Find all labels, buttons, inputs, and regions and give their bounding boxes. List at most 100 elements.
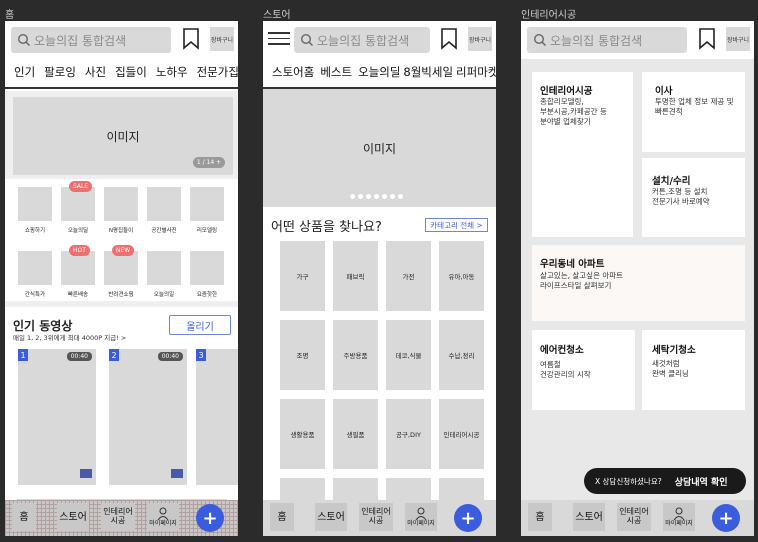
consult-history-button[interactable]: 상담내역 확인	[675, 475, 728, 488]
tab-mypage[interactable]: 마이페이지	[147, 503, 179, 531]
search-placeholder: 오늘의집 통합검색	[34, 33, 127, 48]
section-title: 어떤 상품을 찾나요?	[271, 220, 382, 235]
banner-label: 이미지	[106, 129, 140, 144]
product-category[interactable]: 주방용품	[333, 320, 378, 390]
service-card-moving[interactable]: 이사 투명한 업체 정보 제공 및 빠른견적	[642, 72, 745, 152]
top-nav: 인기 팔로잉 사진 집들이 노하우 전문가집들	[5, 61, 238, 87]
tab-home[interactable]: 홈	[270, 503, 294, 531]
section-subtitle[interactable]: 매일 1, 2, 3위에게 최대 4000P 지급! >	[13, 332, 126, 342]
bookmark-icon[interactable]	[182, 28, 200, 50]
upload-button[interactable]: 올리기	[169, 315, 231, 335]
category-grid: 쇼핑하기 SALE 오늘의딜 N평집들이 공간별사진 리모델링 간식특가 HOT 빠…	[5, 179, 238, 301]
consult-toast[interactable]: X 상담신청하셨나요? 상담내역 확인	[584, 468, 746, 494]
sale-badge: SALE	[69, 181, 93, 192]
cart-button[interactable]: 장바구니	[210, 27, 234, 51]
menu-icon[interactable]	[268, 28, 290, 50]
nav-item[interactable]: 8월빅세일	[403, 61, 453, 87]
nav-item[interactable]: 팔로잉	[44, 61, 76, 87]
product-category[interactable]: 조명	[280, 320, 325, 390]
service-card-interior[interactable]: 인테리어시공 종합리모델링, 부분시공,카페공간 등 분야별 업체찾기	[532, 72, 633, 237]
nav-item[interactable]: 베스트	[320, 61, 352, 87]
search-input[interactable]: 오늘의집 통합검색	[294, 27, 430, 53]
duration-badge: 00:40	[157, 352, 183, 361]
tab-mypage-label: 마이페이지	[407, 519, 435, 527]
category-item[interactable]: 쇼핑하기	[18, 187, 54, 234]
tab-mypage-label: 마이페이지	[665, 519, 693, 527]
product-category[interactable]: 데코,식물	[386, 320, 431, 390]
product-category[interactable]: 공구,DIY	[386, 399, 431, 469]
nav-item[interactable]: 스토어홈	[272, 61, 314, 87]
top-nav: 스토어홈 베스트 오늘의딜 8월빅세일 리퍼마켓	[263, 61, 496, 87]
new-badge: NEW	[112, 245, 135, 256]
tab-store[interactable]: 스토어	[315, 503, 347, 531]
service-card-washer[interactable]: 세탁기청소 새것처럼 완벽 클리닝	[642, 330, 745, 410]
service-card-apartment[interactable]: 우리동네 아파트 살고있는, 살고싶은 아파트 라이프스타일 살펴보기	[532, 245, 745, 321]
category-item[interactable]: 공간별사진	[147, 187, 183, 234]
home-banner[interactable]: 이미지 1 / 14 +	[13, 97, 233, 175]
product-category[interactable]: 생활용품	[280, 399, 325, 469]
nav-item[interactable]: 집들이	[115, 61, 147, 87]
hot-badge: HOT	[69, 245, 90, 256]
add-fab-button[interactable]: +	[454, 504, 482, 532]
tab-mypage[interactable]: 마이페이지	[663, 503, 695, 531]
tab-store[interactable]: 스토어	[57, 503, 89, 531]
carousel-dots[interactable]	[350, 194, 406, 199]
tab-interior[interactable]: 인테리어 시공	[617, 503, 651, 531]
cart-button[interactable]: 장바구니	[468, 27, 492, 51]
product-category[interactable]: 가구	[280, 241, 325, 311]
nav-item[interactable]: 리퍼마켓	[456, 61, 496, 87]
all-categories-button[interactable]: 카테고리 전체 >	[425, 218, 488, 232]
nav-item[interactable]: 사진	[85, 61, 106, 87]
product-category[interactable]: 인테리어시공	[439, 399, 484, 469]
person-icon	[157, 507, 169, 521]
category-item[interactable]: SALE 오늘의딜	[61, 181, 97, 234]
tab-mypage[interactable]: 마이페이지	[405, 503, 437, 531]
add-fab-button[interactable]: +	[196, 504, 224, 532]
cart-button[interactable]: 장바구니	[726, 27, 750, 51]
video-card[interactable]: 1 00:40	[18, 349, 96, 485]
category-item[interactable]: 간식특가	[18, 251, 54, 298]
tab-home[interactable]: 홈	[528, 503, 552, 531]
nav-item[interactable]: 노하우	[156, 61, 188, 87]
search-input[interactable]: 오늘의집 통합검색	[527, 27, 687, 53]
add-fab-button[interactable]: +	[712, 504, 740, 532]
nav-item[interactable]: 전문가집들	[197, 61, 238, 87]
category-item[interactable]: 요즘핫한	[190, 251, 226, 298]
brand-logo-icon	[80, 469, 92, 478]
product-category[interactable]: 패브릭	[333, 241, 378, 311]
category-item[interactable]: HOT 빠른배송	[61, 245, 97, 298]
video-card[interactable]: 3	[196, 349, 238, 485]
brand-logo-icon	[171, 469, 183, 478]
nav-item[interactable]: 인기	[14, 61, 35, 87]
product-category[interactable]: 유아,아동	[439, 241, 484, 311]
search-input[interactable]: 오늘의집 통합검색	[11, 27, 171, 53]
tab-interior[interactable]: 인테리어 시공	[359, 503, 393, 531]
header: 오늘의집 통합검색 장바구니	[5, 21, 238, 59]
home-screen: 오늘의집 통합검색 장바구니 인기 팔로잉 사진 집들이 노하우 전문가집들 이…	[5, 21, 238, 536]
product-category[interactable]: 가전	[386, 241, 431, 311]
person-icon	[415, 507, 427, 521]
category-item[interactable]: NEW 반려견쇼핑	[104, 245, 140, 298]
video-card[interactable]: 2 00:40	[109, 349, 187, 485]
category-item[interactable]: N평집들이	[104, 187, 140, 234]
bookmark-icon[interactable]	[698, 28, 716, 50]
store-banner[interactable]: 이미지	[263, 89, 496, 207]
service-card-install[interactable]: 설치/수리 커튼,조명 등 설치 전문기사 바로예약	[642, 158, 745, 237]
banner-pager[interactable]: 1 / 14 +	[193, 157, 225, 168]
duration-badge: 00:40	[66, 352, 92, 361]
product-category[interactable]: 생필품	[333, 399, 378, 469]
nav-item[interactable]: 오늘의딜	[358, 61, 400, 87]
category-item[interactable]: 오늘의일	[147, 251, 183, 298]
tab-store[interactable]: 스토어	[573, 503, 605, 531]
service-card-aircon[interactable]: 에어컨청소 여름철 건강관리의 시작	[532, 330, 635, 410]
rank-badge: 2	[109, 349, 119, 361]
tab-home[interactable]: 홈	[12, 503, 36, 531]
tab-bar: 홈 스토어 인테리어 시공 마이페이지 +	[5, 500, 238, 536]
product-category[interactable]: 수납,정리	[439, 320, 484, 390]
tab-interior[interactable]: 인테리어 시공	[101, 503, 135, 531]
bookmark-icon[interactable]	[440, 28, 458, 50]
category-item[interactable]: 리모델링	[190, 187, 226, 234]
store-screen: 오늘의집 통합검색 장바구니 스토어홈 베스트 오늘의딜 8월빅세일 리퍼마켓 …	[263, 21, 496, 536]
toast-message[interactable]: X 상담신청하셨나요?	[595, 476, 662, 487]
search-placeholder: 오늘의집 통합검색	[550, 33, 643, 48]
